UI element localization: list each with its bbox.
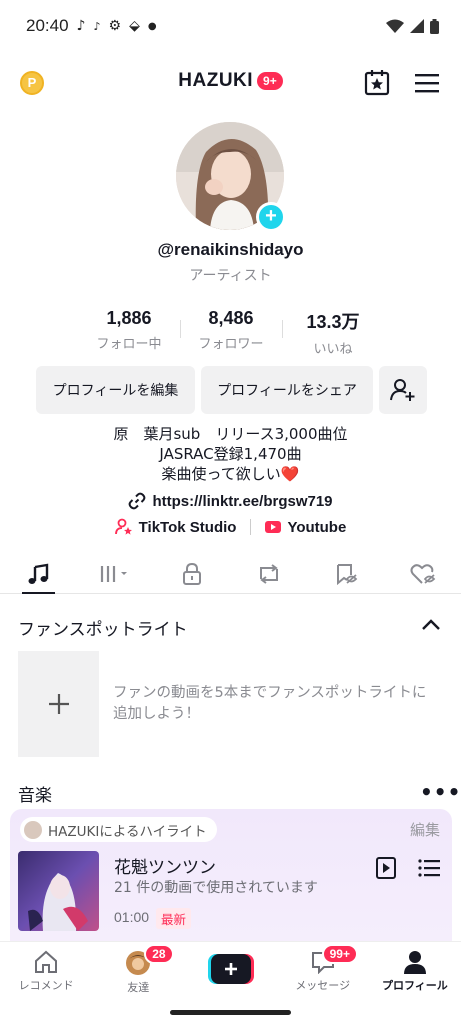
account-switcher[interactable]: HAZUKI 9+ [0,70,461,92]
settings-notif-icon: ⚙ [108,18,122,34]
account-category: アーティスト [189,268,272,284]
fan-spotlight-description: ファンの動画を5本までファンスポットライトに追加しよう！ [113,685,427,722]
song-cover[interactable] [18,851,99,931]
music-section-title: 音楽 [18,786,52,806]
status-time: 20:40 [26,16,69,35]
add-person-icon [390,379,415,401]
signal-icon [410,19,424,33]
calendar-star-icon[interactable] [364,68,390,96]
status-bar: 20:40 ♪ ♪ ⚙ ⬙ ● [0,0,461,52]
add-friend-button[interactable] [379,366,427,414]
mini-avatar [24,820,42,839]
edit-music-button[interactable]: 編集 [410,819,440,840]
home-icon [35,950,58,973]
nav-friends[interactable]: 28 友達 [92,942,184,997]
tiktok-studio-label: TikTok Studio [138,518,237,536]
nav-home-label: レコメンド [18,979,74,992]
highlight-label: HAZUKIによるハイライト [48,823,207,840]
youtube-link[interactable]: Youtube [265,519,346,536]
link-icon [129,492,146,510]
fan-spotlight-title: ファンスポットライト [18,620,188,640]
menu-icon[interactable] [414,72,440,94]
avatar-container[interactable]: + [176,122,286,232]
following-label: フォロー中 [96,337,162,352]
bottom-navigation: レコメンド 28 友達 99+ メッセージ プロフィール [0,941,461,997]
followers-count: 8,486 [208,308,254,328]
profile-header: P HAZUKI 9+ [0,62,461,108]
tab-liked[interactable] [384,554,461,593]
music-note-icon [28,563,49,584]
location-notif-icon: ⬙ [129,18,140,34]
tab-private[interactable] [154,554,231,593]
nav-profile[interactable]: プロフィール [369,942,461,997]
grid-icon [101,565,128,582]
youtube-icon [265,521,282,533]
profile-stats: 1,886 フォロー中 8,486 フォロワー 13.3万 いいね [78,308,384,357]
song-duration: 01:00 [114,909,150,925]
username: @renaikinshidayo [157,240,304,259]
profile-title: HAZUKI [178,70,254,91]
liked-icon [410,563,435,584]
following-stat[interactable]: 1,886 フォロー中 [78,308,180,354]
edit-profile-button[interactable]: プロフィールを編集 [36,366,195,414]
highlight-chip: HAZUKIによるハイライト [20,817,217,842]
wifi-icon [386,19,404,33]
music-highlight-card: HAZUKIによるハイライト 編集 花魁ツンツン 21 件の動画で使用されていま… [10,809,452,941]
tiktok-notif-icon: ♪ [76,18,86,34]
share-profile-button[interactable]: プロフィールをシェア [201,366,373,414]
battery-icon [430,18,439,34]
profile-links-row: TikTok Studio Youtube [0,518,461,536]
tab-reposts[interactable] [230,554,307,593]
following-count: 1,886 [106,308,152,328]
repost-icon [259,563,278,584]
add-fan-spotlight-button[interactable] [18,651,99,757]
bio-link-text: https://linktr.ee/brgsw719 [152,492,333,510]
followers-label: フォロワー [198,337,264,352]
more-notif-icon: ● [147,20,157,32]
followers-stat[interactable]: 8,486 フォロワー [180,308,282,354]
likes-stat[interactable]: 13.3万 いいね [282,308,384,357]
profile-icon [403,951,426,974]
profile-actions: プロフィールを編集 プロフィールをシェア [36,366,427,414]
inbox-badge: 99+ [321,944,358,964]
nav-inbox-label: メッセージ [295,979,351,992]
bio: 原 葉月sub リリース3,000曲位 JASRAC登録1,470曲 楽曲使って… [0,424,461,484]
tab-music[interactable] [0,554,77,594]
likes-label: いいね [313,342,353,357]
likes-count: 13.3万 [306,312,360,332]
tab-videos[interactable] [77,554,154,593]
tiktok-studio-link[interactable]: TikTok Studio [114,518,237,536]
content-tabs [0,554,461,594]
tiktok-notif-icon-small: ♪ [93,19,101,33]
bio-line: 原 葉月sub リリース3,000曲位 [113,425,348,443]
playlist-icon[interactable] [418,859,440,877]
add-avatar-button[interactable]: + [256,202,286,232]
nav-home[interactable]: レコメンド [0,942,92,997]
bio-link[interactable]: https://linktr.ee/brgsw719 [0,492,461,510]
create-plus-icon [207,954,254,984]
tab-saved[interactable] [307,554,384,593]
nav-inbox[interactable]: 99+ メッセージ [277,942,369,997]
system-home-indicator[interactable] [170,1010,291,1015]
song-usage: 21 件の動画で使用されています [114,880,318,896]
friends-badge: 28 [144,944,174,964]
chevron-up-icon[interactable] [420,616,442,634]
studio-person-icon [114,518,132,535]
plus-icon [48,694,69,714]
youtube-label: Youtube [287,518,347,536]
bio-line: 楽曲使って欲しい❤️ [161,465,300,483]
nav-friends-label: 友達 [127,981,150,994]
lock-icon [183,562,202,585]
nav-profile-label: プロフィール [382,979,448,992]
bio-line: JASRAC登録1,470曲 [159,445,302,463]
play-video-icon[interactable] [376,857,396,879]
more-options-icon[interactable]: ••• [420,780,461,804]
song-title[interactable]: 花魁ツンツン [114,853,216,878]
nav-create[interactable] [184,942,276,997]
bookmark-icon [336,563,357,585]
divider [250,519,252,535]
notification-badge: 9+ [257,72,283,90]
new-badge: 最新 [156,908,192,929]
